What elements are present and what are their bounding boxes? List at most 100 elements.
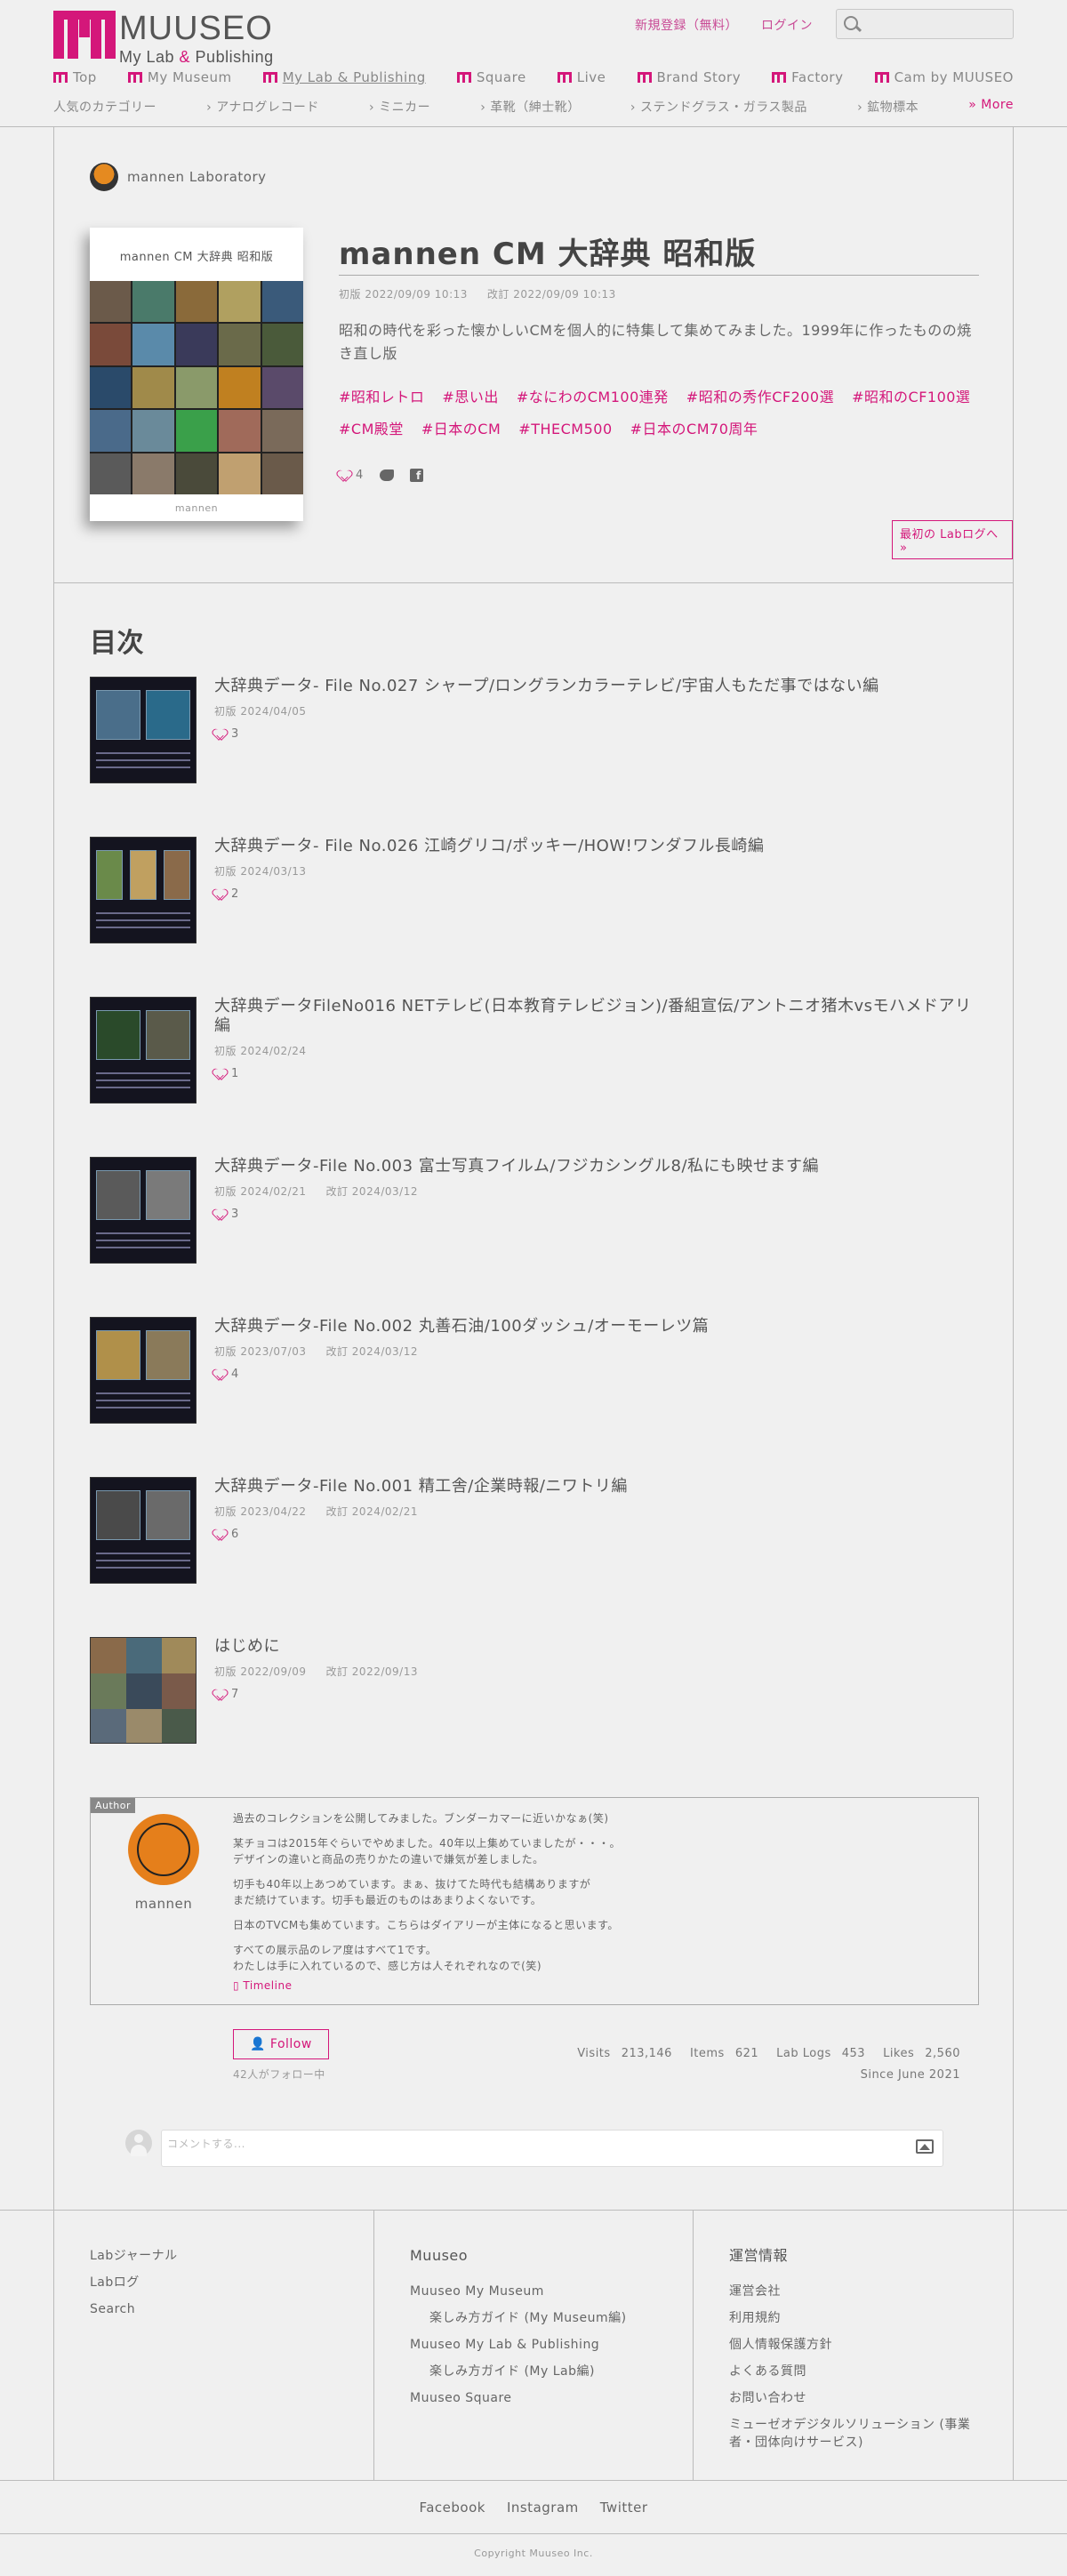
more-categories-link[interactable]: » More: [968, 98, 1014, 116]
heart-icon[interactable]: [214, 889, 226, 900]
instagram-link[interactable]: Instagram: [507, 2500, 579, 2516]
tag-link[interactable]: #日本のCM70周年: [630, 417, 758, 442]
search-box[interactable]: [836, 9, 1014, 39]
list-item[interactable]: 大辞典データFileNo016 NETテレビ(日本教育テレビジョン)/番組宣伝/…: [90, 997, 979, 1103]
lablog-thumbnail: [90, 1477, 197, 1584]
likes-count: 2,560: [925, 2047, 960, 2060]
category-link[interactable]: › ミニカー: [369, 98, 430, 116]
tag-link[interactable]: #昭和レトロ: [339, 385, 424, 410]
footer-link[interactable]: ミューゼオデジタルソリューション (事業者・団体向けサービス): [729, 2416, 978, 2452]
nav-my-museum[interactable]: My Museum: [127, 69, 232, 85]
facebook-icon[interactable]: f: [409, 469, 423, 482]
muuseo-logo[interactable]: MUUSEO My Lab & Publishing: [53, 7, 274, 66]
tag-link[interactable]: #思い出: [442, 385, 498, 410]
book-cover[interactable]: mannen CM 大辞典 昭和版 mannen: [90, 228, 303, 521]
chevron-right-icon: ›: [369, 100, 375, 115]
user-plus-icon: 👤: [250, 2037, 266, 2051]
nav-factory[interactable]: Factory: [772, 69, 843, 85]
nav-brand-story[interactable]: Brand Story: [637, 69, 742, 85]
signup-link[interactable]: 新規登録（無料）: [635, 16, 738, 34]
tag-link[interactable]: #昭和の秀作CF200選: [686, 385, 834, 410]
timeline-link[interactable]: ▯ Timeline: [233, 1979, 292, 1992]
footer-link[interactable]: お問い合わせ: [729, 2385, 978, 2411]
category-link[interactable]: › ステンドグラス・ガラス製品: [630, 98, 807, 116]
avatar[interactable]: [128, 1814, 199, 1885]
heart-icon[interactable]: [214, 1069, 226, 1079]
tag-link[interactable]: #なにわのCM100連発: [517, 385, 669, 410]
twitter-icon[interactable]: [379, 469, 394, 481]
list-item[interactable]: 大辞典データ-File No.002 丸善石油/100ダッシュ/オーモーレツ篇 …: [90, 1317, 979, 1424]
footer-link[interactable]: 運営会社: [729, 2278, 978, 2305]
tag-link[interactable]: #昭和のCF100選: [852, 385, 970, 410]
lablog-title[interactable]: 大辞典データ-File No.001 精工舎/企業時報/ニワトリ編: [214, 1477, 979, 1497]
footer-link[interactable]: Labジャーナル: [90, 2243, 178, 2269]
lablog-title[interactable]: 大辞典データ- File No.027 シャープ/ロングランカラーテレビ/宇宙人…: [214, 677, 979, 696]
lablog-thumbnail: [90, 837, 197, 943]
divider: [54, 582, 1013, 583]
lab-owner[interactable]: mannen Laboratory: [90, 163, 267, 191]
lablog-title[interactable]: 大辞典データ-File No.002 丸善石油/100ダッシュ/オーモーレツ篇: [214, 1317, 979, 1336]
tag-link[interactable]: #日本のCM: [421, 417, 501, 442]
list-item[interactable]: 大辞典データ-File No.003 富士写真フイルム/フジカシングル8/私にも…: [90, 1157, 979, 1264]
lablog-title[interactable]: 大辞典データ-File No.003 富士写真フイルム/フジカシングル8/私にも…: [214, 1157, 979, 1176]
category-link[interactable]: › 鉱物標本: [857, 98, 919, 116]
category-link[interactable]: › アナログレコード: [206, 98, 319, 116]
footer-link[interactable]: 楽しみ方ガイド (My Museum編): [410, 2305, 627, 2331]
tag-link[interactable]: #THECM500: [518, 417, 612, 442]
nav-square[interactable]: Square: [456, 69, 526, 85]
first-lablog-button[interactable]: 最初の Labログへ »: [892, 520, 1013, 559]
list-item[interactable]: はじめに 初版 2022/09/09 改訂 2022/09/13 7: [90, 1637, 979, 1744]
follow-button[interactable]: 👤 Follow: [233, 2029, 329, 2059]
author-stats: Visits 213,146 Items 621 Lab Logs 453 Likes…: [577, 2047, 960, 2060]
nav-live[interactable]: Live: [557, 69, 606, 85]
footer-link[interactable]: よくある質問: [729, 2358, 978, 2385]
main-content: mannen Laboratory mannen CM 大辞典 昭和版 mann…: [53, 127, 1014, 2210]
lablog-title[interactable]: 大辞典データFileNo016 NETテレビ(日本教育テレビジョン)/番組宣伝/…: [214, 997, 979, 1036]
published-date: 初版 2023/07/03: [214, 1345, 307, 1358]
muuseo-m-icon: [772, 72, 787, 83]
twitter-link[interactable]: Twitter: [600, 2500, 648, 2516]
author-name[interactable]: mannen: [128, 1896, 199, 1912]
tag-link[interactable]: #CM殿堂: [339, 417, 404, 442]
footer-link[interactable]: 楽しみ方ガイド (My Lab編): [410, 2358, 627, 2385]
heart-icon[interactable]: [214, 1209, 226, 1220]
footer-link[interactable]: Muuseo My Museum: [410, 2278, 627, 2305]
nav-top[interactable]: Top: [53, 69, 97, 85]
sns-links: Facebook Instagram Twitter: [0, 2480, 1067, 2533]
like-button[interactable]: 4: [339, 469, 364, 482]
nav-cam[interactable]: Cam by MUUSEO: [874, 69, 1014, 85]
footer-link[interactable]: Search: [90, 2296, 178, 2323]
footer-link[interactable]: Muuseo Square: [410, 2385, 627, 2411]
category-link[interactable]: › 革靴（紳士靴）: [480, 98, 581, 116]
lablog-title[interactable]: はじめに: [214, 1637, 979, 1657]
list-item[interactable]: 大辞典データ- File No.027 シャープ/ロングランカラーテレビ/宇宙人…: [90, 677, 979, 783]
heart-icon[interactable]: [214, 1689, 226, 1700]
lablog-thumbnail: [90, 997, 197, 1103]
muuseo-m-icon: [637, 72, 652, 83]
search-input[interactable]: [867, 13, 1009, 35]
comment-input[interactable]: コメントする...: [161, 2130, 943, 2167]
revised-date: 改訂 2024/03/12: [325, 1185, 418, 1198]
image-upload-icon[interactable]: [916, 2139, 934, 2154]
lab-name: mannen Laboratory: [127, 169, 267, 185]
logo-title: MUUSEO: [119, 10, 273, 47]
lablog-title[interactable]: 大辞典データ- File No.026 江崎グリコ/ポッキー/HOW!ワンダフル…: [214, 837, 979, 856]
footer-link[interactable]: Muuseo My Lab & Publishing: [410, 2331, 627, 2358]
like-count: 7: [231, 1688, 239, 1701]
footer-link[interactable]: 個人情報保護方針: [729, 2331, 978, 2358]
timeline-icon: ▯: [233, 1979, 244, 1992]
followers-count: 42人がフォロー中: [233, 2068, 325, 2081]
footer-link[interactable]: 利用規約: [729, 2305, 978, 2331]
facebook-link[interactable]: Facebook: [419, 2500, 485, 2516]
heart-icon[interactable]: [214, 1369, 226, 1380]
nav-my-lab[interactable]: My Lab & Publishing: [262, 69, 426, 85]
login-link[interactable]: ログイン: [761, 16, 813, 34]
footer-link[interactable]: Labログ: [90, 2269, 178, 2296]
author-bio: 過去のコレクションを公開してみました。ブンダーカマーに近いかなぁ(笑) 某チョコ…: [233, 1812, 621, 1992]
lablog-thumbnail: [90, 677, 197, 783]
list-item[interactable]: 大辞典データ- File No.026 江崎グリコ/ポッキー/HOW!ワンダフル…: [90, 837, 979, 943]
revised-date: 改訂 2022/09/13: [325, 1665, 418, 1678]
heart-icon[interactable]: [214, 729, 226, 740]
list-item[interactable]: 大辞典データ-File No.001 精工舎/企業時報/ニワトリ編 初版 202…: [90, 1477, 979, 1584]
heart-icon[interactable]: [214, 1529, 226, 1540]
